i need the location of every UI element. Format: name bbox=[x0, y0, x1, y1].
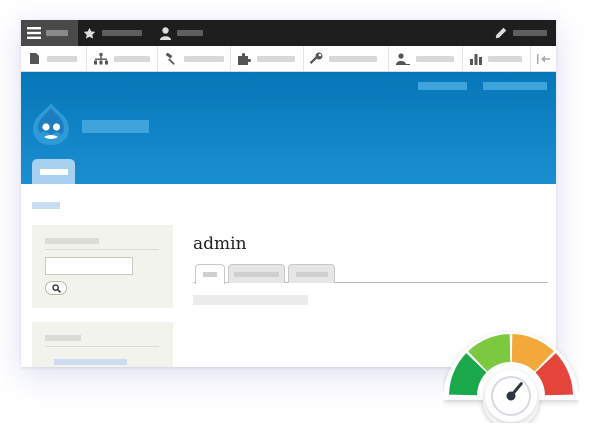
admin-toolbar bbox=[21, 20, 556, 46]
tray-label bbox=[114, 55, 150, 62]
page-title: admin bbox=[193, 234, 247, 254]
secondary-menu-link[interactable] bbox=[418, 82, 467, 90]
tray-item-people[interactable] bbox=[389, 46, 463, 71]
collapse-icon bbox=[537, 53, 550, 64]
navigation-link[interactable] bbox=[54, 359, 127, 365]
tray-label bbox=[416, 55, 454, 62]
search-input[interactable] bbox=[45, 257, 133, 275]
content-icon bbox=[30, 53, 39, 64]
hamburger-icon bbox=[27, 27, 41, 39]
toolbar-user-label bbox=[177, 30, 203, 36]
configuration-icon bbox=[310, 52, 323, 64]
site-name[interactable] bbox=[82, 120, 149, 133]
tray-label bbox=[488, 55, 522, 62]
structure-icon bbox=[94, 52, 108, 64]
block-divider bbox=[45, 346, 159, 347]
tray-item-structure[interactable] bbox=[87, 46, 158, 71]
primary-tab-label bbox=[39, 168, 68, 175]
tray-item-content[interactable] bbox=[21, 46, 87, 71]
navigation-block bbox=[32, 322, 173, 367]
tray-item-reports[interactable] bbox=[463, 46, 531, 71]
content-text-placeholder bbox=[193, 295, 308, 305]
toolbar-manage-label bbox=[46, 30, 68, 36]
appearance-icon bbox=[165, 52, 175, 65]
reports-icon bbox=[470, 53, 482, 65]
extend-icon bbox=[238, 52, 251, 65]
tab-view[interactable] bbox=[195, 264, 225, 284]
person-icon bbox=[160, 26, 171, 40]
tray-collapse-button[interactable] bbox=[531, 46, 556, 71]
breadcrumb[interactable] bbox=[32, 202, 60, 209]
tab-label bbox=[203, 272, 217, 277]
toolbar-user[interactable] bbox=[160, 20, 210, 46]
tray-label bbox=[329, 55, 377, 62]
primary-tab-home[interactable] bbox=[32, 159, 75, 184]
block-divider bbox=[45, 249, 159, 250]
search-block-title bbox=[45, 238, 99, 244]
toolbar-manage[interactable] bbox=[21, 20, 78, 46]
drupal-logo-icon[interactable] bbox=[31, 102, 71, 146]
tray-label bbox=[184, 55, 224, 62]
navigation-block-title bbox=[45, 335, 81, 341]
search-block bbox=[32, 225, 173, 308]
tab-edit[interactable] bbox=[228, 264, 285, 283]
tray-label bbox=[257, 55, 295, 62]
gauge-needle-pivot bbox=[506, 391, 516, 401]
toolbar-edit-label bbox=[513, 30, 547, 36]
speedometer-gauge bbox=[443, 332, 579, 423]
tray-item-configuration[interactable] bbox=[304, 46, 389, 71]
local-tabs bbox=[193, 264, 548, 284]
tray-item-extend[interactable] bbox=[231, 46, 304, 71]
site-header bbox=[21, 72, 556, 184]
star-icon bbox=[83, 27, 96, 39]
admin-tray bbox=[21, 46, 556, 72]
tab-label bbox=[234, 271, 279, 277]
toolbar-shortcuts-label bbox=[102, 30, 142, 36]
tray-label bbox=[47, 55, 77, 62]
tab-more[interactable] bbox=[288, 264, 335, 283]
magnifier-icon bbox=[51, 283, 61, 293]
browser-window: admin bbox=[21, 20, 556, 367]
secondary-menu-link[interactable] bbox=[483, 82, 547, 90]
tab-label bbox=[295, 271, 328, 277]
toolbar-shortcuts[interactable] bbox=[83, 20, 153, 46]
people-icon bbox=[396, 52, 410, 65]
search-button[interactable] bbox=[45, 281, 67, 295]
toolbar-edit[interactable] bbox=[495, 20, 553, 46]
pencil-icon bbox=[495, 27, 507, 39]
tray-item-appearance[interactable] bbox=[158, 46, 231, 71]
